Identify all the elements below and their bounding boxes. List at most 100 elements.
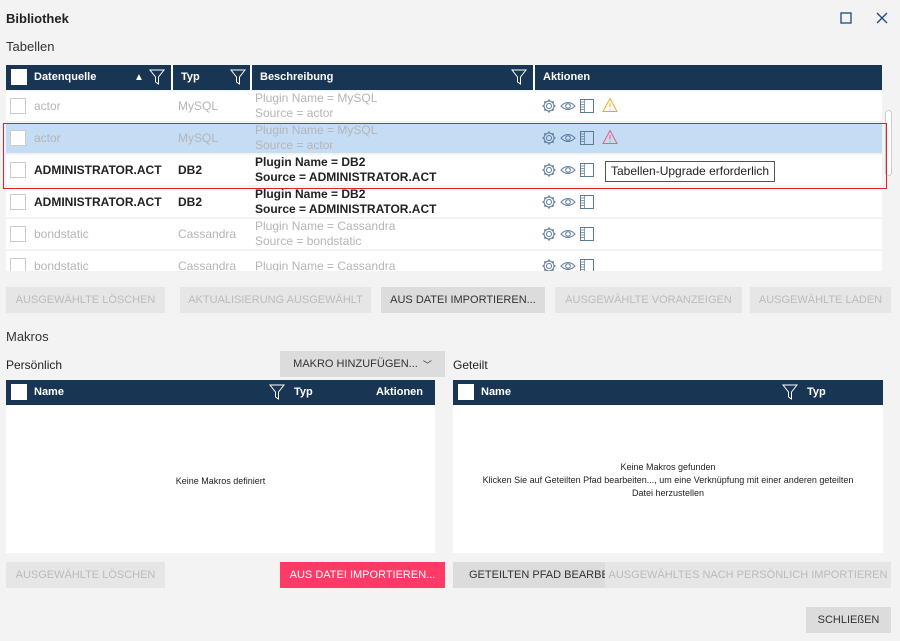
preview-eye-icon[interactable] — [560, 226, 576, 242]
shared-label: Geteilt — [453, 358, 488, 372]
datasource-type: Cassandra — [178, 227, 237, 241]
column-label: Typ — [181, 71, 200, 83]
preview-eye-icon[interactable] — [560, 98, 576, 114]
row-checkbox[interactable] — [10, 162, 26, 178]
table-row[interactable]: actor MySQL Plugin Name = MySQL Source = ac… — [6, 91, 882, 123]
table-columns-icon[interactable] — [579, 98, 595, 114]
filter-icon[interactable] — [148, 68, 166, 86]
add-macro-button[interactable]: MAKRO HINZUFÜGEN... ﹀ — [280, 351, 445, 377]
datasource-description: Plugin Name = DB2 Source = ADMINISTRATOR.… — [255, 187, 535, 217]
shared-macros-header: Name Typ — [453, 380, 883, 405]
load-selected-button[interactable]: AUSGEWÄHLTE LADEN — [750, 287, 891, 313]
maximize-icon[interactable] — [836, 8, 856, 28]
sort-asc-icon[interactable]: ▲ — [134, 65, 144, 90]
table-columns-icon[interactable] — [579, 258, 595, 271]
shared-macros-body: Keine Makros gefunden Klicken Sie auf Ge… — [453, 405, 883, 553]
personal-label: Persönlich — [6, 358, 63, 372]
row-checkbox[interactable] — [10, 258, 26, 271]
edit-shared-path-button[interactable]: GETEILTEN PFAD BEARBEITEN... — [453, 562, 605, 588]
warning-icon[interactable] — [602, 128, 618, 145]
row-actions — [541, 91, 841, 121]
description-source: Source = ADMINISTRATOR.ACT — [255, 202, 437, 216]
import-from-file-button[interactable]: AUS DATEI IMPORTIEREN... — [381, 287, 545, 313]
delete-selected-tables-button[interactable]: AUSGEWÄHLTE LÖSCHEN — [6, 287, 165, 313]
macros-section-title: Makros — [6, 329, 49, 344]
personal-macros-header: Name Typ Aktionen — [6, 380, 435, 405]
empty-line: Datei herzustellen — [631, 488, 705, 498]
column-name[interactable]: Name — [34, 380, 64, 405]
datasource-name: ADMINISTRATOR.ACT — [34, 195, 162, 209]
column-typ[interactable]: Typ — [173, 65, 252, 90]
description-source: Source = actor — [255, 138, 334, 152]
filter-icon[interactable] — [229, 68, 247, 86]
table-columns-icon[interactable] — [579, 194, 595, 210]
select-all-checkbox[interactable] — [11, 384, 27, 400]
preview-selected-button[interactable]: AUSGEWÄHLTE VORANZEIGEN — [555, 287, 742, 313]
chevron-down-icon: ﹀ — [422, 359, 432, 370]
description-source: Source = ADMINISTRATOR.ACT — [255, 170, 437, 184]
column-name[interactable]: Name — [481, 380, 511, 405]
window-title: Bibliothek — [6, 11, 69, 26]
table-row[interactable]: bondstatic Cassandra Plugin Name = Cassand… — [6, 219, 882, 251]
row-actions — [541, 187, 841, 217]
table-row[interactable]: bondstatic Cassandra Plugin Name = Cassand… — [6, 251, 882, 271]
select-all-checkbox[interactable] — [458, 384, 474, 400]
datasource-name: actor — [34, 131, 61, 145]
row-actions — [541, 123, 841, 153]
table-columns-icon[interactable] — [579, 226, 595, 242]
filter-icon[interactable] — [268, 383, 286, 401]
datasource-name: ADMINISTRATOR.ACT — [34, 163, 162, 177]
table-row[interactable]: ADMINISTRATOR.ACT DB2 Plugin Name = DB2 Sou… — [6, 187, 882, 219]
update-selected-button[interactable]: AKTUALISIERUNG AUSGEWÄHLT — [180, 287, 371, 313]
preview-eye-icon[interactable] — [560, 130, 576, 146]
datasource-description: Plugin Name = Cassandra Source = bondstat… — [255, 219, 535, 249]
datasource-description: Plugin Name = Cassandra — [255, 251, 535, 272]
add-macro-label: MAKRO HINZUFÜGEN... — [293, 358, 418, 370]
empty-message: Keine Makros definiert — [175, 476, 266, 486]
row-checkbox[interactable] — [10, 130, 26, 146]
description-source: Source = bondstatic — [255, 234, 362, 248]
datasource-name: bondstatic — [34, 227, 89, 241]
row-checkbox[interactable] — [10, 194, 26, 210]
settings-gear-icon[interactable] — [541, 162, 557, 178]
scrollbar[interactable] — [885, 110, 892, 176]
column-beschreibung[interactable]: Beschreibung — [252, 65, 535, 90]
empty-line: Klicken Sie auf Geteilten Pfad bearbeite… — [482, 475, 854, 485]
delete-selected-macros-button[interactable]: AUSGEWÄHLTE LÖSCHEN — [6, 562, 165, 588]
tables-section-title: Tabellen — [6, 39, 55, 54]
close-icon[interactable] — [872, 8, 892, 28]
datasource-description: Plugin Name = MySQL Source = actor — [255, 123, 535, 153]
preview-eye-icon[interactable] — [560, 162, 576, 178]
close-button[interactable]: SCHLIEßEN — [806, 607, 891, 633]
description-plugin: Plugin Name = MySQL — [255, 91, 378, 105]
settings-gear-icon[interactable] — [541, 226, 557, 242]
filter-icon[interactable] — [510, 68, 528, 86]
empty-line: Keine Makros gefunden — [620, 462, 716, 472]
import-to-personal-button[interactable]: AUSGEWÄHLTES NACH PERSÖNLICH IMPORTIEREN — [605, 562, 891, 588]
table-columns-icon[interactable] — [579, 130, 595, 146]
import-macro-from-file-button[interactable]: AUS DATEI IMPORTIEREN... — [280, 562, 445, 588]
select-all-checkbox[interactable] — [11, 69, 27, 85]
row-checkbox[interactable] — [10, 226, 26, 242]
column-datenquelle[interactable]: Datenquelle ▲ — [6, 65, 173, 90]
column-typ[interactable]: Typ — [294, 380, 313, 405]
datasource-description: Plugin Name = MySQL Source = actor — [255, 91, 535, 121]
column-label: Beschreibung — [260, 71, 334, 83]
warning-icon[interactable] — [602, 96, 618, 113]
settings-gear-icon[interactable] — [541, 194, 557, 210]
settings-gear-icon[interactable] — [541, 98, 557, 114]
preview-eye-icon[interactable] — [560, 258, 576, 271]
description-plugin: Plugin Name = Cassandra — [255, 219, 396, 233]
table-columns-icon[interactable] — [579, 162, 595, 178]
row-checkbox[interactable] — [10, 98, 26, 114]
settings-gear-icon[interactable] — [541, 258, 557, 271]
column-typ[interactable]: Typ — [807, 380, 826, 405]
preview-eye-icon[interactable] — [560, 194, 576, 210]
tables-header: Datenquelle ▲ Typ Beschreibung Aktionen — [6, 65, 882, 90]
table-row[interactable]: actor MySQL Plugin Name = MySQL Source = ac… — [6, 123, 882, 155]
filter-icon[interactable] — [781, 383, 799, 401]
datasource-type: MySQL — [178, 99, 219, 113]
datasource-name: actor — [34, 99, 61, 113]
description-plugin: Plugin Name = Cassandra — [255, 258, 396, 272]
settings-gear-icon[interactable] — [541, 130, 557, 146]
